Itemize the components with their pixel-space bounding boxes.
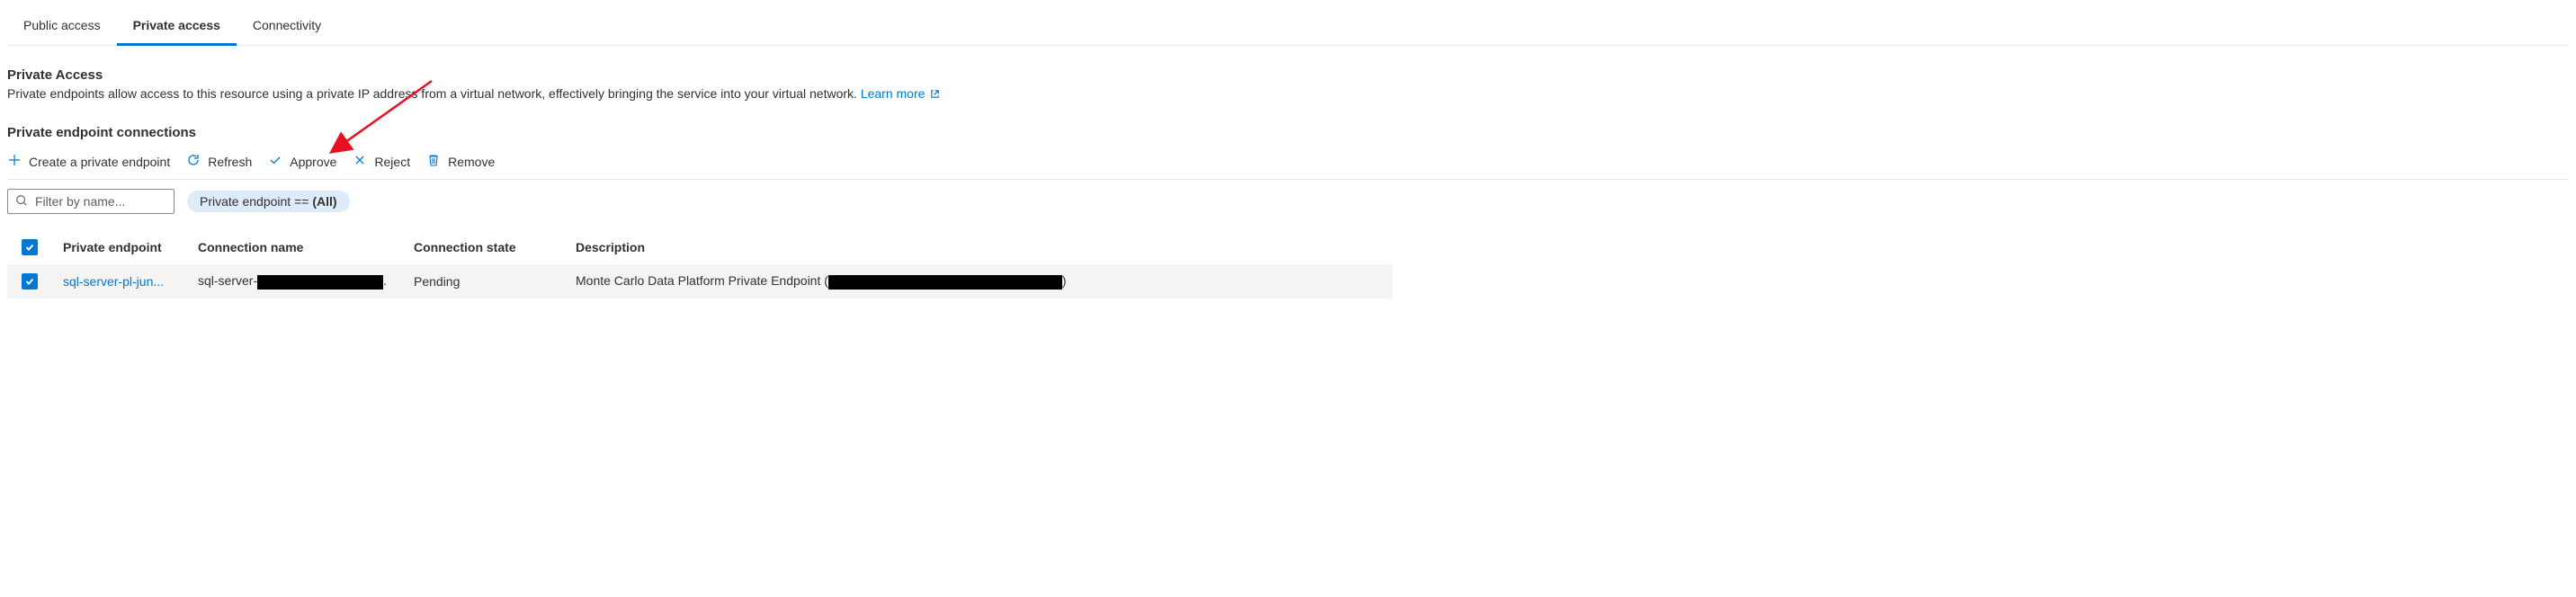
tab-connectivity[interactable]: Connectivity — [237, 7, 337, 46]
plus-icon — [7, 153, 22, 170]
description-prefix: Monte Carlo Data Platform Private Endpoi… — [576, 273, 828, 288]
select-all-checkbox[interactable] — [22, 239, 38, 255]
table-header-row: Private endpoint Connection name Connect… — [7, 230, 1392, 264]
refresh-button[interactable]: Refresh — [186, 153, 252, 170]
trash-icon — [426, 153, 441, 170]
connection-state-cell: Pending — [414, 274, 576, 289]
endpoints-table: Private endpoint Connection name Connect… — [7, 230, 1392, 298]
toolbar: Create a private endpoint Refresh Approv… — [7, 147, 2569, 180]
connection-name-cell: sql-server-. — [198, 273, 414, 289]
remove-button[interactable]: Remove — [426, 153, 495, 170]
table-row: sql-server-pl-jun... sql-server-. Pendin… — [7, 264, 1392, 298]
approve-button[interactable]: Approve — [268, 153, 336, 170]
reject-button[interactable]: Reject — [353, 153, 410, 170]
connection-name-prefix: sql-server- — [198, 273, 257, 288]
refresh-icon — [186, 153, 201, 170]
row-checkbox[interactable] — [22, 273, 38, 290]
learn-more-text: Learn more — [861, 86, 926, 101]
filter-name-input[interactable] — [35, 194, 198, 209]
create-endpoint-label: Create a private endpoint — [29, 155, 170, 169]
check-icon — [268, 153, 282, 170]
learn-more-link[interactable]: Learn more — [861, 86, 940, 101]
remove-label: Remove — [448, 155, 495, 169]
tab-private[interactable]: Private access — [117, 7, 237, 46]
endpoint-link[interactable]: sql-server-pl-jun... — [63, 274, 164, 289]
tabs-bar: Public access Private access Connectivit… — [7, 7, 2569, 46]
tab-public[interactable]: Public access — [7, 7, 117, 46]
endpoint-connections-title: Private endpoint connections — [7, 125, 2569, 140]
reject-label: Reject — [374, 155, 410, 169]
search-icon — [15, 194, 28, 209]
redacted-connection-name — [257, 275, 383, 290]
col-header-endpoint[interactable]: Private endpoint — [63, 240, 198, 254]
redacted-description — [828, 275, 1062, 290]
approve-label: Approve — [290, 155, 336, 169]
private-access-desc: Private endpoints allow access to this r… — [7, 86, 861, 101]
description-suffix: ) — [1062, 273, 1067, 288]
col-header-state[interactable]: Connection state — [414, 240, 576, 254]
filter-pill-prefix: Private endpoint == — [200, 194, 312, 209]
filter-pill[interactable]: Private endpoint == (All) — [187, 191, 350, 212]
create-endpoint-button[interactable]: Create a private endpoint — [7, 153, 170, 170]
connection-name-suffix: . — [383, 273, 387, 288]
filter-input-container[interactable] — [7, 189, 174, 214]
description-cell: Monte Carlo Data Platform Private Endpoi… — [576, 273, 1392, 289]
filter-pill-value: (All) — [312, 194, 336, 209]
external-link-icon — [930, 87, 940, 102]
private-access-title: Private Access — [7, 67, 2569, 83]
refresh-label: Refresh — [208, 155, 252, 169]
col-header-desc[interactable]: Description — [576, 240, 1392, 254]
col-header-connname[interactable]: Connection name — [198, 240, 414, 254]
x-icon — [353, 153, 367, 170]
